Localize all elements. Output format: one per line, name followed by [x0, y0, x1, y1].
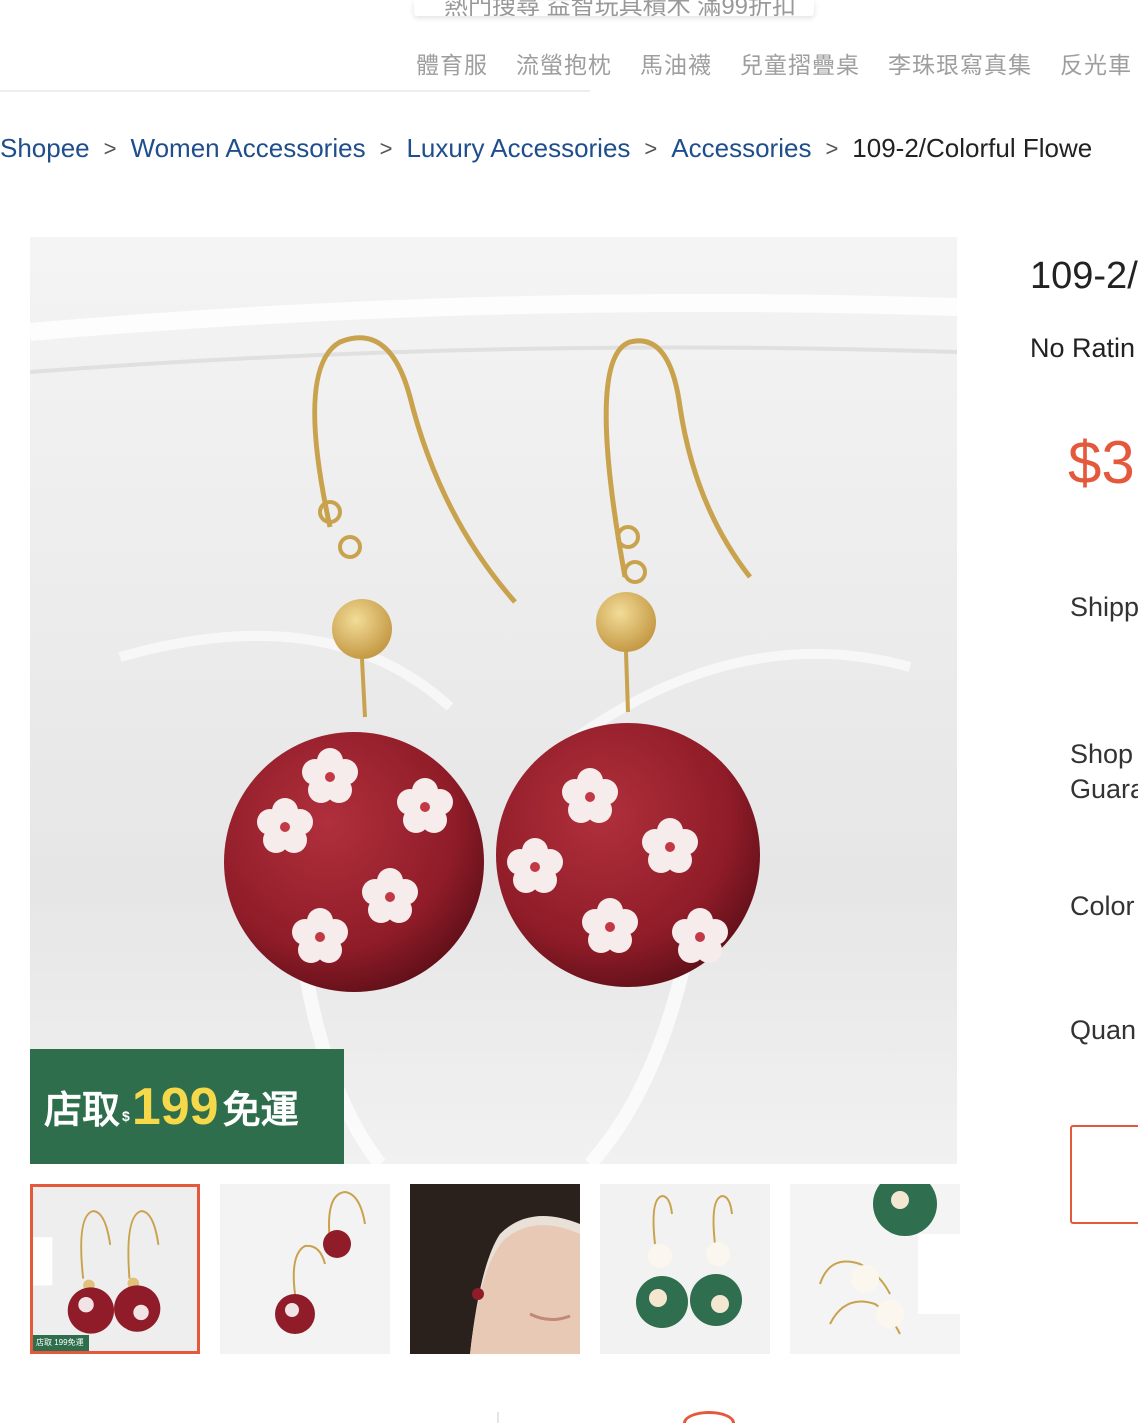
hint-keyword[interactable]: 流螢抱枕 — [516, 46, 612, 80]
hint-keyword[interactable]: 體育服 — [416, 46, 488, 80]
thumb-pearl-hooks[interactable] — [790, 1184, 960, 1354]
search-suggestion-dropdown[interactable]: 熱門搜尋 益智玩具積木 滿99折扣 — [414, 0, 814, 16]
promo-amount: 199 — [131, 1077, 219, 1136]
breadcrumb-link-shopee[interactable]: Shopee — [0, 133, 90, 164]
heart-icon[interactable] — [683, 1411, 735, 1423]
thumb-red-earrings[interactable]: 店取 199免運 — [30, 1184, 200, 1354]
product-price: $3 — [1068, 429, 1135, 496]
guarantee-label-line1: Shop — [1070, 739, 1134, 769]
thumb-red-earrings-side[interactable] — [220, 1184, 390, 1354]
thumb-image — [790, 1184, 960, 1354]
breadcrumb-link-women-accessories[interactable]: Women Accessories — [131, 133, 366, 164]
hint-keyword[interactable]: 馬油襪 — [640, 46, 712, 80]
thumb-image — [600, 1184, 770, 1354]
section-divider — [497, 1412, 499, 1423]
thumb-model-wearing[interactable] — [410, 1184, 580, 1354]
thumbnail-strip: 店取 199免運 — [30, 1184, 960, 1354]
promo-text-free-shipping: 免運 — [222, 1088, 299, 1132]
thumb-image — [220, 1184, 390, 1354]
rating-status: No Ratin — [1030, 333, 1136, 363]
thumb-green-earrings[interactable] — [600, 1184, 770, 1354]
add-to-cart-button[interactable] — [1070, 1125, 1138, 1224]
breadcrumb: Shopee > Women Accessories > Luxury Acce… — [0, 133, 1092, 164]
chevron-right-icon: > — [825, 135, 839, 161]
quantity-label: Quan — [1070, 1015, 1137, 1045]
breadcrumb-link-accessories[interactable]: Accessories — [671, 133, 811, 164]
hint-keyword[interactable]: 李珠珢寫真集 — [888, 46, 1032, 80]
earrings-photo — [30, 293, 957, 1164]
hint-keyword[interactable]: 兒童摺疊桌 — [740, 46, 860, 80]
chevron-right-icon: > — [103, 135, 117, 161]
color-label: Color — [1070, 891, 1135, 921]
thumb-image — [410, 1184, 580, 1354]
header-divider — [0, 90, 590, 92]
product-title: 109-2/ — [1030, 255, 1138, 297]
chevron-right-icon: > — [644, 135, 658, 161]
chevron-right-icon: > — [379, 135, 393, 161]
pickup-free-shipping-badge: 店取 $ 199 免運 — [30, 1049, 344, 1164]
promo-currency: $ — [122, 1107, 130, 1124]
thumb-promo-badge: 店取 199免運 — [33, 1335, 89, 1351]
search-keyword-hints: 體育服 流螢抱枕 馬油襪 兒童摺疊桌 李珠珢寫真集 反光車 — [416, 46, 1132, 80]
hint-keyword[interactable]: 反光車 — [1060, 46, 1132, 80]
guarantee-label-line2: Guara — [1070, 774, 1138, 804]
breadcrumb-current-product: 109-2/Colorful Flowe — [852, 133, 1093, 163]
shopee-guarantee-label: Shop Guara — [1070, 737, 1138, 807]
breadcrumb-link-luxury-accessories[interactable]: Luxury Accessories — [406, 133, 630, 164]
promo-text-store-pickup: 店取 — [44, 1088, 121, 1132]
shipping-label: Shipp — [1070, 592, 1138, 622]
thumb-image — [33, 1187, 197, 1351]
main-product-image[interactable]: 店取 $ 199 免運 — [30, 237, 957, 1164]
search-hint-text: 熱門搜尋 益智玩具積木 滿99折扣 — [444, 0, 797, 16]
